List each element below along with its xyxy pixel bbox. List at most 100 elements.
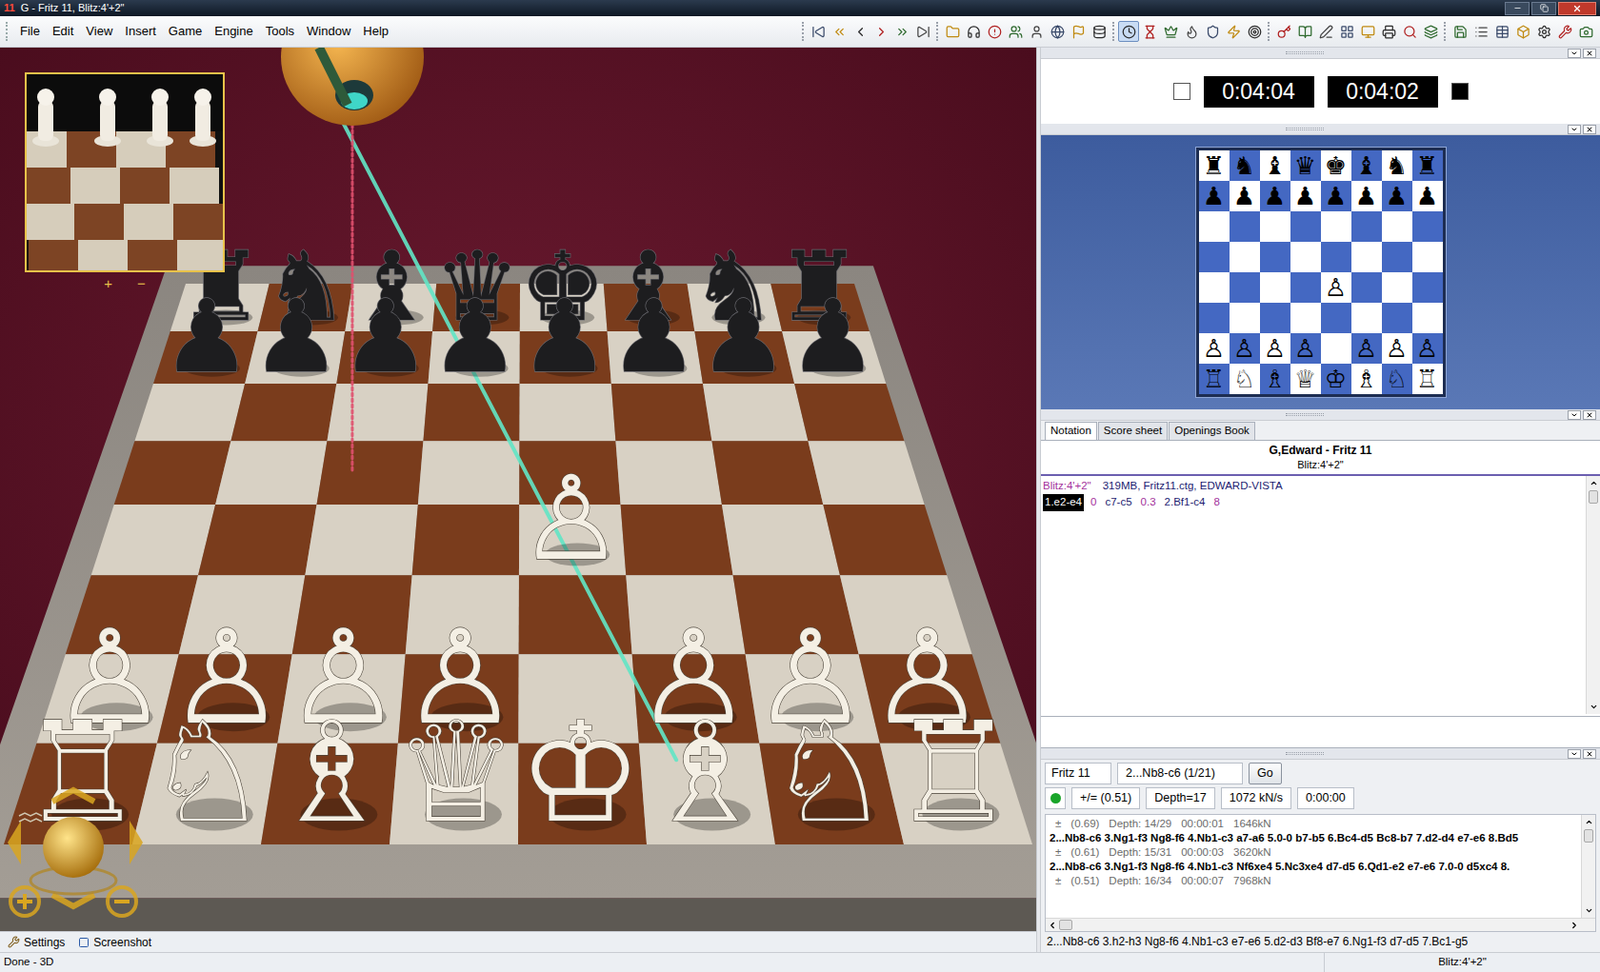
toolbar-button[interactable] [962,20,984,42]
toolbar-button[interactable] [1046,20,1068,42]
board-square[interactable] [807,440,924,505]
board-square[interactable] [198,504,317,576]
toolbar-button[interactable] [1357,20,1379,42]
close-icon[interactable] [1582,749,1597,760]
toolbar-button[interactable] [891,20,913,42]
board-square[interactable] [711,440,823,505]
piece[interactable]: ♙ [1416,336,1439,361]
board-square[interactable]: ♟ [1351,180,1382,212]
engine-running-icon[interactable] [1050,793,1061,804]
piece[interactable]: ♟ [1263,183,1286,209]
board-square[interactable] [1229,241,1260,273]
close-icon[interactable] [1582,410,1597,420]
close-icon[interactable] [1582,48,1597,59]
menu-item[interactable]: View [80,20,119,43]
board-square[interactable]: ♗ [1351,363,1382,395]
analysis-hscrollbar[interactable] [1045,918,1596,932]
board-square[interactable] [1351,211,1382,242]
piece[interactable]: ♞ [1385,153,1408,179]
board-square[interactable] [1199,302,1230,334]
board-square[interactable]: ♕ [1290,363,1321,395]
board-square[interactable] [1320,241,1352,273]
board-square[interactable]: ♜ [1199,150,1230,181]
board-square[interactable] [1381,272,1413,303]
collapse-icon[interactable] [1567,410,1581,420]
engine-name[interactable]: Fritz 11 [1044,762,1112,785]
tab[interactable]: Openings Book [1168,421,1256,440]
piece[interactable]: ♗ [1263,366,1286,392]
board-square[interactable] [412,504,520,576]
board-square[interactable]: ♞ [1381,150,1413,181]
piece[interactable]: ♘ [1233,366,1256,392]
collapse-icon[interactable] [1567,749,1581,760]
toolbar-button[interactable] [807,20,829,42]
toolbar-button[interactable] [1222,20,1244,42]
piece[interactable]: ♚ [1324,153,1347,179]
comment-box[interactable] [1040,716,1600,749]
piece[interactable]: ♟ [1233,183,1256,209]
board-square[interactable] [1351,302,1382,334]
piece[interactable]: ♔ [1324,366,1347,392]
piece[interactable]: ♟ [1324,183,1347,209]
menu-item[interactable]: Window [300,20,357,43]
notation-scrollbar[interactable] [1585,476,1600,715]
board-square[interactable] [304,504,419,576]
toolbar-button[interactable] [1201,20,1223,42]
toolbar-button[interactable] [1399,20,1420,42]
board-square[interactable]: ♜ [1412,150,1443,181]
toolbar-button[interactable] [1533,20,1555,42]
board-square[interactable]: ♙ [1260,333,1291,364]
board-square[interactable]: ♖ [1412,363,1443,395]
menu-item[interactable]: Game [162,20,208,43]
toolbar-button[interactable] [1294,20,1316,42]
board-square[interactable]: ♝ [1351,150,1382,181]
board-square[interactable] [1290,241,1321,273]
toolbar-button[interactable] [1088,20,1110,42]
analysis-line[interactable]: 2...Nb8-c6 3.Ng1-f3 Ng8-f6 4.Nb1-c3 a7-a… [1049,831,1578,846]
board-square[interactable]: ♖ [1199,363,1230,395]
board-square[interactable] [1351,272,1382,303]
board-square[interactable] [1260,302,1291,334]
board-square[interactable]: ♟ [1199,180,1230,212]
analysis-line[interactable]: 2...Nb8-c6 3.Ng1-f3 Ng8-f6 4.Nb1-c3 Nf6x… [1049,860,1578,875]
move[interactable]: c7-c5 [1102,494,1134,511]
board-square[interactable]: ♟ [1320,180,1352,212]
settings-button[interactable]: Settings [7,934,65,952]
board-square[interactable] [1412,272,1443,303]
toolbar-button[interactable] [1315,20,1337,42]
toolbar-button[interactable] [1025,20,1047,42]
board-square[interactable] [1381,302,1413,334]
piece[interactable]: ♜ [1202,153,1225,179]
toolbar-button[interactable] [849,20,871,42]
close-button[interactable] [1558,1,1597,16]
board-square[interactable] [1260,272,1291,303]
board-square[interactable]: ♟ [1260,180,1291,212]
piece-3d[interactable]: ♘ [144,692,269,854]
board-square[interactable] [1381,211,1413,242]
board-square[interactable]: ♙ [1199,333,1230,364]
piece[interactable]: ♟ [1294,183,1317,209]
toolbar-button[interactable] [983,20,1005,42]
scroll-up-icon[interactable] [1584,818,1594,827]
board-square[interactable] [1412,211,1443,242]
menu-item[interactable]: Tools [260,20,300,43]
menu-item[interactable]: Insert [119,20,162,43]
notation-list[interactable]: Blitz:4'+2"319MB, Fritz11.ctg, EDWARD-VI… [1040,476,1586,715]
board-square[interactable]: ♙ [1381,333,1413,364]
minimize-button[interactable] [1504,1,1530,16]
board-square[interactable]: ♟ [1381,180,1413,212]
piece[interactable]: ♘ [1385,366,1408,392]
piece-3d[interactable]: ♔ [518,692,642,854]
toolbar-button[interactable] [1139,20,1160,42]
board-square[interactable]: ♘ [1229,363,1260,395]
piece[interactable]: ♖ [1416,366,1439,392]
board-square[interactable] [316,440,423,505]
menu-item[interactable]: Edit [46,20,80,43]
piece[interactable]: ♙ [1202,336,1225,361]
piece[interactable]: ♝ [1355,153,1378,179]
board-square[interactable]: ♙ [1320,272,1352,303]
piece-3d[interactable]: ♟ [251,278,342,396]
zoom-out-button[interactable]: − [137,276,146,291]
toolbar-button[interactable] [1067,20,1089,42]
piece-3d[interactable]: ♟ [698,278,789,396]
